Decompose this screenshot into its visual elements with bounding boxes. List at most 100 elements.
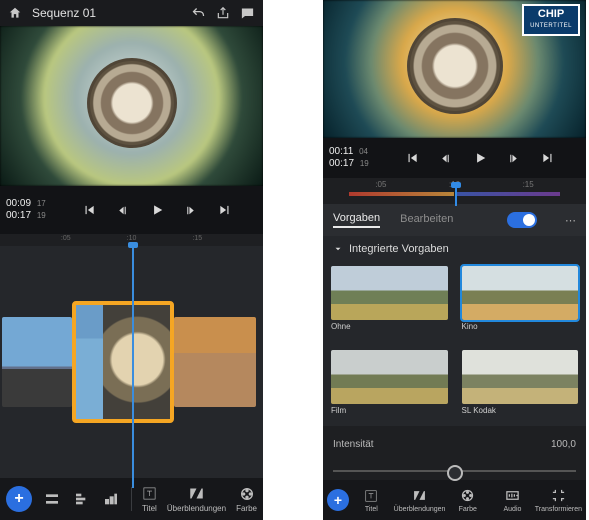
timecode-frames-cur: 04 xyxy=(356,147,368,156)
bottom-toolbar: + Titel Überblendungen Farbe Audio Trans… xyxy=(323,480,586,520)
preset-thumb xyxy=(462,266,579,320)
ruler-tick: :10 xyxy=(127,235,137,242)
skip-start-icon[interactable] xyxy=(404,150,420,166)
undo-icon[interactable] xyxy=(191,6,206,21)
layout-a-icon[interactable] xyxy=(42,491,62,507)
timecode-frames-tot: 19 xyxy=(357,159,369,168)
titel-label: Titel xyxy=(365,506,378,513)
preset-ohne[interactable]: Ohne xyxy=(331,266,448,342)
comment-icon[interactable] xyxy=(240,6,255,21)
section-header[interactable]: Integrierte Vorgaben xyxy=(323,236,586,262)
titel-label: Titel xyxy=(142,504,157,513)
preset-grid: Ohne Kino Film SL Kodak xyxy=(323,262,586,426)
timecode-frames-cur: 17 xyxy=(34,199,46,208)
timecode-frames-tot: 19 xyxy=(34,211,46,220)
step-back-icon[interactable] xyxy=(438,150,454,166)
farbe-button[interactable]: Farbe xyxy=(445,488,490,513)
skip-end-icon[interactable] xyxy=(540,150,556,166)
clip-span xyxy=(455,192,560,196)
timecode-total: 00:17 xyxy=(329,158,354,169)
clip-selected[interactable] xyxy=(74,303,172,421)
preset-label: SL Kodak xyxy=(462,406,579,415)
play-controls xyxy=(379,150,580,166)
uberblendungen-label: Überblendungen xyxy=(167,504,226,513)
farbe-label: Farbe xyxy=(236,504,257,513)
preset-slkodak[interactable]: SL Kodak xyxy=(462,350,579,426)
clip[interactable] xyxy=(2,317,72,407)
transport-bar: 00:11 04 00:17 19 xyxy=(323,138,586,178)
timecode-current: 00:11 xyxy=(329,146,353,157)
audio-label: Audio xyxy=(503,506,521,513)
playhead[interactable] xyxy=(455,188,457,206)
play-icon[interactable] xyxy=(472,150,488,166)
chip-badge: CHIP UNTERTITEL xyxy=(522,4,580,36)
layout-c-icon[interactable] xyxy=(101,491,121,507)
share-icon[interactable] xyxy=(216,6,230,20)
timecode: 00:09 17 00:17 19 xyxy=(6,198,50,222)
uberblendungen-label: Überblendungen xyxy=(394,506,446,513)
preset-label: Kino xyxy=(462,322,579,331)
uberblendungen-button[interactable]: Überblendungen xyxy=(394,488,446,513)
ruler[interactable]: :05 :10 :15 xyxy=(323,178,586,204)
titel-button[interactable]: Titel xyxy=(142,486,157,513)
slider-knob[interactable] xyxy=(447,465,463,481)
add-button[interactable]: + xyxy=(327,489,349,511)
intensity-slider[interactable] xyxy=(333,470,576,472)
color-icon xyxy=(239,486,255,502)
intensity-value: 100,0 xyxy=(551,439,576,450)
tab-edit[interactable]: Bearbeiten xyxy=(400,213,453,227)
color-icon xyxy=(460,488,475,504)
title-icon xyxy=(142,486,157,502)
home-icon[interactable] xyxy=(8,6,22,20)
preview-player[interactable]: CHIP UNTERTITEL xyxy=(323,0,586,138)
play-controls xyxy=(56,202,257,218)
ruler-tick: :15 xyxy=(192,235,202,242)
section-title: Integrierte Vorgaben xyxy=(349,243,449,255)
layout-b-icon[interactable] xyxy=(72,491,92,507)
timecode-current: 00:09 xyxy=(6,198,31,209)
preview-player[interactable] xyxy=(0,26,263,186)
screen-right: CHIP UNTERTITEL 00:11 04 00:17 19 :05 :1… xyxy=(323,0,586,520)
audio-button[interactable]: Audio xyxy=(490,488,535,513)
step-back-icon[interactable] xyxy=(115,202,131,218)
farbe-label: Farbe xyxy=(459,506,477,513)
ruler-tick: :05 xyxy=(61,235,71,242)
preview-planet xyxy=(87,58,177,148)
playhead[interactable] xyxy=(132,246,134,488)
topbar: Sequenz 01 xyxy=(0,0,263,26)
uberblendungen-button[interactable]: Überblendungen xyxy=(167,486,226,513)
tabs: Vorgaben Bearbeiten ⋯ xyxy=(323,204,586,236)
preset-film[interactable]: Film xyxy=(331,350,448,426)
play-icon[interactable] xyxy=(149,202,165,218)
transport-bar: 00:09 17 00:17 19 xyxy=(0,186,263,234)
chip-main: CHIP xyxy=(538,8,564,20)
titel-button[interactable]: Titel xyxy=(349,488,394,513)
transform-icon xyxy=(551,488,566,504)
skip-start-icon[interactable] xyxy=(81,202,97,218)
transitions-icon xyxy=(188,486,205,502)
step-fwd-icon[interactable] xyxy=(183,202,199,218)
add-button[interactable]: + xyxy=(6,486,32,512)
timecode: 00:11 04 00:17 19 xyxy=(329,146,373,170)
preset-label: Film xyxy=(331,406,448,415)
preset-thumb xyxy=(331,350,448,404)
intensity-label: Intensität xyxy=(333,439,374,450)
skip-end-icon[interactable] xyxy=(217,202,233,218)
transitions-icon xyxy=(412,488,427,504)
ruler-tick: :15 xyxy=(523,180,534,189)
effect-toggle[interactable] xyxy=(507,212,537,228)
more-icon[interactable]: ⋯ xyxy=(565,214,576,227)
preset-kino[interactable]: Kino xyxy=(462,266,579,342)
clip[interactable] xyxy=(174,317,256,407)
screen-left: Sequenz 01 00:09 17 00:17 19 :05 :10 :1 xyxy=(0,0,263,520)
audio-icon xyxy=(505,488,520,504)
transform-button[interactable]: Transformieren xyxy=(535,488,582,513)
step-fwd-icon[interactable] xyxy=(506,150,522,166)
preset-thumb xyxy=(462,350,579,404)
transform-label: Transformieren xyxy=(535,506,582,513)
tab-presets[interactable]: Vorgaben xyxy=(333,212,380,228)
timecode-total: 00:17 xyxy=(6,210,31,221)
farbe-button[interactable]: Farbe xyxy=(236,486,257,513)
clip-span xyxy=(349,192,454,196)
timeline[interactable] xyxy=(0,246,263,478)
